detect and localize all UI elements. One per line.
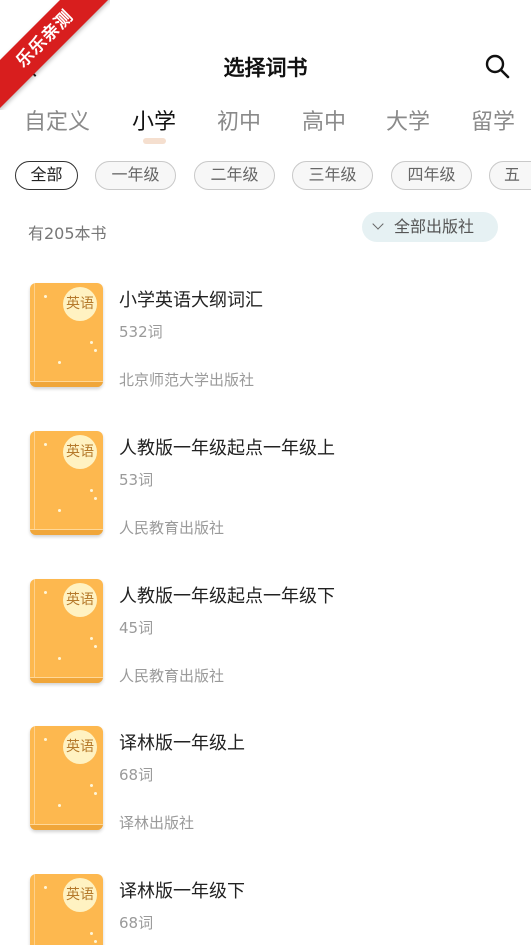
book-item[interactable]: 英语 小学英语大纲词汇 532词 北京师范大学出版社 — [0, 283, 531, 413]
book-cover: 英语 — [30, 726, 103, 830]
active-tab-indicator — [143, 138, 166, 144]
book-cover: 英语 — [30, 579, 103, 683]
book-title: 小学英语大纲词汇 — [119, 290, 263, 311]
book-cover-badge: 英语 — [63, 583, 97, 617]
book-cover-badge: 英语 — [63, 878, 97, 912]
grade-chip-4[interactable]: 四年级 — [391, 161, 472, 190]
tab-junior-high[interactable]: 初中 — [217, 104, 261, 136]
grade-chip-1[interactable]: 一年级 — [95, 161, 176, 190]
book-count: 有205本书 — [28, 224, 107, 243]
tab-primary[interactable]: 小学 — [132, 104, 176, 136]
book-publisher: 北京师范大学出版社 — [119, 371, 255, 389]
book-cover-badge: 英语 — [63, 287, 97, 321]
book-publisher: 译林出版社 — [119, 814, 195, 832]
book-cover: 英语 — [30, 283, 103, 387]
ribbon-label: 乐乐亲测 — [0, 0, 110, 110]
grade-chip-2[interactable]: 二年级 — [194, 161, 275, 190]
book-item[interactable]: 英语 译林版一年级上 68词 译林出版社 — [0, 726, 531, 856]
book-word-count: 532词 — [119, 323, 163, 341]
stage-tabs: 自定义 小学 初中 高中 大学 留学 — [0, 104, 531, 148]
grade-chip-5[interactable]: 五 — [489, 161, 531, 190]
book-publisher: 人民教育出版社 — [119, 519, 225, 537]
book-title: 译林版一年级下 — [119, 881, 245, 902]
grade-chip-all[interactable]: 全部 — [15, 161, 78, 190]
publisher-filter-label: 全部出版社 — [394, 217, 475, 236]
tab-senior-high[interactable]: 高中 — [302, 104, 346, 136]
book-cover: 英语 — [30, 874, 103, 945]
book-cover: 英语 — [30, 431, 103, 535]
book-word-count: 53词 — [119, 471, 154, 489]
publisher-filter-button[interactable]: 全部出版社 — [362, 212, 498, 242]
tab-university[interactable]: 大学 — [386, 104, 430, 136]
book-word-count: 45词 — [119, 619, 154, 637]
chevron-down-icon — [372, 218, 384, 230]
book-item[interactable]: 英语 人教版一年级起点一年级下 45词 人民教育出版社 — [0, 579, 531, 709]
book-item[interactable]: 英语 人教版一年级起点一年级上 53词 人民教育出版社 — [0, 431, 531, 561]
book-publisher: 人民教育出版社 — [119, 667, 225, 685]
corner-ribbon: 乐乐亲测 — [0, 0, 110, 110]
search-icon[interactable] — [483, 52, 511, 80]
book-word-count: 68词 — [119, 766, 154, 784]
grade-chip-3[interactable]: 三年级 — [292, 161, 373, 190]
grade-filter: 全部 一年级 二年级 三年级 四年级 五 — [0, 161, 531, 191]
book-item[interactable]: 英语 译林版一年级下 68词 — [0, 874, 531, 945]
book-cover-badge: 英语 — [63, 730, 97, 764]
book-title: 人教版一年级起点一年级上 — [119, 438, 335, 459]
tab-study-abroad[interactable]: 留学 — [471, 104, 515, 136]
book-title: 人教版一年级起点一年级下 — [119, 586, 335, 607]
book-title: 译林版一年级上 — [119, 733, 245, 754]
book-cover-badge: 英语 — [63, 435, 97, 469]
book-word-count: 68词 — [119, 914, 154, 932]
list-summary: 有205本书 全部出版社 — [0, 212, 531, 246]
